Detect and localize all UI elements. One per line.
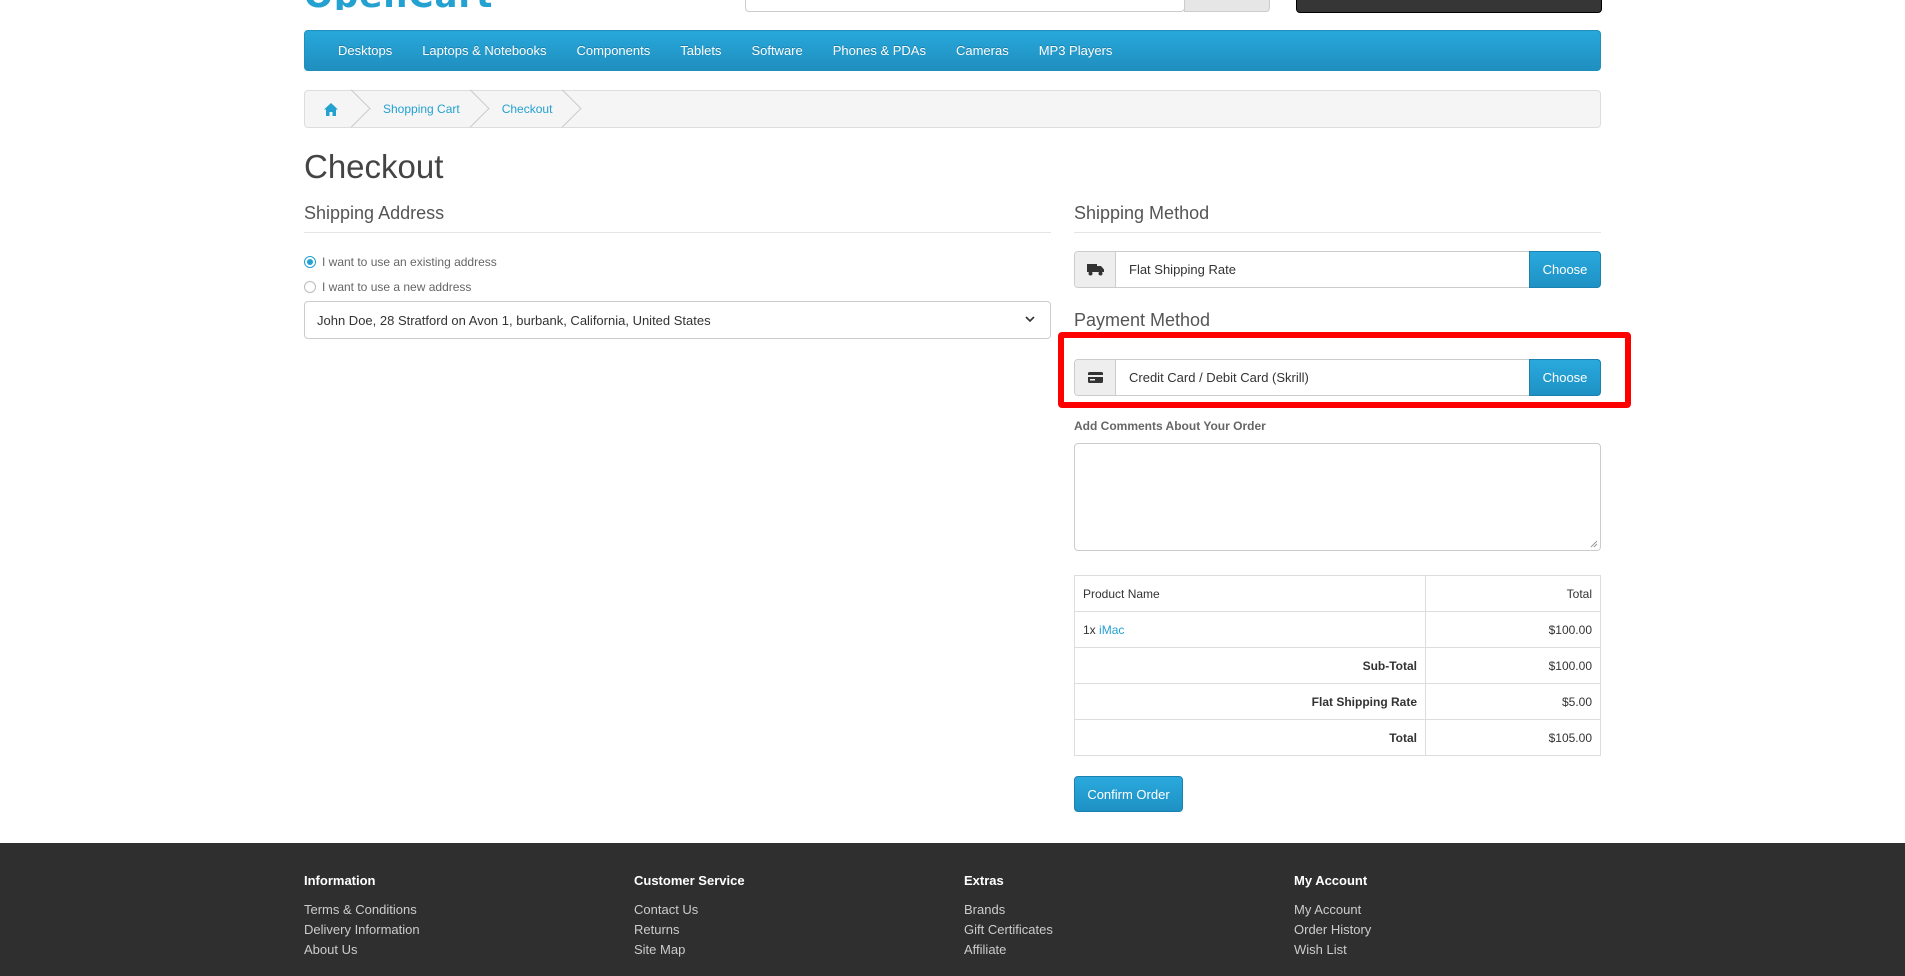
address-select[interactable]: John Doe, 28 Stratford on Avon 1, burban…: [304, 301, 1051, 339]
footer-customer-service: Customer Service Contact Us Returns Site…: [634, 873, 745, 960]
search-button[interactable]: [1184, 0, 1270, 12]
header-total: Total: [1425, 575, 1601, 612]
radio-existing-label: I want to use an existing address: [322, 255, 497, 269]
total-label: Total: [1074, 719, 1426, 756]
main-menu: Desktops Laptops & Notebooks Components …: [304, 30, 1601, 71]
highlight-box: [1058, 332, 1631, 408]
subtotal-label: Sub-Total: [1074, 647, 1426, 684]
confirm-order-button[interactable]: Confirm Order: [1074, 776, 1183, 812]
product-link[interactable]: iMac: [1099, 623, 1124, 637]
footer-link-gift[interactable]: Gift Certificates: [964, 920, 1053, 940]
footer: Information Terms & Conditions Delivery …: [0, 843, 1905, 976]
shipping-rate-value: $5.00: [1425, 683, 1601, 720]
page-title: Checkout: [304, 148, 444, 185]
shipping-address-legend: Shipping Address: [304, 203, 1051, 233]
footer-my-account: My Account My Account Order History Wish…: [1294, 873, 1371, 960]
footer-heading: Customer Service: [634, 873, 745, 888]
footer-heading: My Account: [1294, 873, 1368, 888]
menu-item-mp3-players[interactable]: MP3 Players: [1024, 43, 1128, 58]
resize-handle-icon[interactable]: [1590, 540, 1598, 548]
table-row: Sub-Total $100.00: [1074, 647, 1601, 684]
comments-textarea[interactable]: [1074, 443, 1601, 551]
footer-heading: Information: [304, 873, 376, 888]
menu-item-software[interactable]: Software: [736, 43, 817, 58]
footer-link-sitemap[interactable]: Site Map: [634, 940, 745, 960]
menu-item-tablets[interactable]: Tablets: [665, 43, 736, 58]
footer-heading: Extras: [964, 873, 1004, 888]
comments-label: Add Comments About Your Order: [1074, 419, 1266, 433]
total-value: $105.00: [1425, 719, 1601, 756]
table-row: Total $105.00: [1074, 719, 1601, 756]
footer-link-affiliate[interactable]: Affiliate: [964, 940, 1053, 960]
subtotal-value: $100.00: [1425, 647, 1601, 684]
store-logo[interactable]: OpenCart: [304, 0, 493, 10]
truck-icon-addon: [1075, 252, 1116, 287]
header-product-name: Product Name: [1074, 575, 1426, 612]
footer-link-brands[interactable]: Brands: [964, 900, 1053, 920]
shipping-method-group: Flat Shipping Rate Choose: [1074, 251, 1601, 288]
footer-information: Information Terms & Conditions Delivery …: [304, 873, 420, 960]
footer-link-wishlist[interactable]: Wish List: [1294, 940, 1371, 960]
menu-item-components[interactable]: Components: [562, 43, 666, 58]
breadcrumb-checkout[interactable]: Checkout: [482, 91, 575, 127]
table-row: Flat Shipping Rate $5.00: [1074, 683, 1601, 720]
order-summary-table: Product Name Total 1x iMac $100.00 Sub-T…: [1074, 575, 1601, 756]
shipping-method-value: Flat Shipping Rate: [1129, 262, 1236, 277]
footer-link-delivery[interactable]: Delivery Information: [304, 920, 420, 940]
product-total: $100.00: [1425, 611, 1601, 648]
table-row: Product Name Total: [1074, 575, 1601, 612]
footer-link-terms[interactable]: Terms & Conditions: [304, 900, 420, 920]
shipping-method-legend: Shipping Method: [1074, 203, 1601, 233]
radio-existing-address[interactable]: I want to use an existing address: [304, 255, 497, 269]
menu-item-laptops[interactable]: Laptops & Notebooks: [407, 43, 561, 58]
footer-link-account[interactable]: My Account: [1294, 900, 1371, 920]
breadcrumb: Shopping Cart Checkout: [304, 90, 1601, 128]
menu-item-phones[interactable]: Phones & PDAs: [818, 43, 941, 58]
product-cell: 1x iMac: [1074, 611, 1426, 648]
radio-checked[interactable]: [304, 256, 316, 268]
footer-link-about[interactable]: About Us: [304, 940, 420, 960]
payment-method-legend: Payment Method: [1074, 310, 1211, 330]
menu-item-cameras[interactable]: Cameras: [941, 43, 1024, 58]
table-row: 1x iMac $100.00: [1074, 611, 1601, 648]
radio-new-address[interactable]: I want to use a new address: [304, 280, 471, 294]
radio-unchecked[interactable]: [304, 281, 316, 293]
shipping-rate-label: Flat Shipping Rate: [1074, 683, 1426, 720]
cart-button[interactable]: [1296, 0, 1602, 13]
footer-link-returns[interactable]: Returns: [634, 920, 745, 940]
truck-icon: [1086, 264, 1104, 276]
search-input[interactable]: [745, 0, 1185, 12]
footer-extras: Extras Brands Gift Certificates Affiliat…: [964, 873, 1053, 960]
breadcrumb-shopping-cart[interactable]: Shopping Cart: [363, 91, 482, 127]
radio-new-label: I want to use a new address: [322, 280, 472, 294]
menu-item-desktops[interactable]: Desktops: [323, 43, 407, 58]
home-icon: [324, 102, 338, 116]
footer-link-contact[interactable]: Contact Us: [634, 900, 745, 920]
product-qty: 1x: [1083, 622, 1096, 637]
choose-shipping-button[interactable]: Choose: [1529, 251, 1601, 288]
address-select-value: John Doe, 28 Stratford on Avon 1, burban…: [317, 312, 711, 328]
footer-link-order-history[interactable]: Order History: [1294, 920, 1371, 940]
chevron-down-icon: [1025, 316, 1035, 323]
breadcrumb-home[interactable]: [305, 91, 363, 127]
